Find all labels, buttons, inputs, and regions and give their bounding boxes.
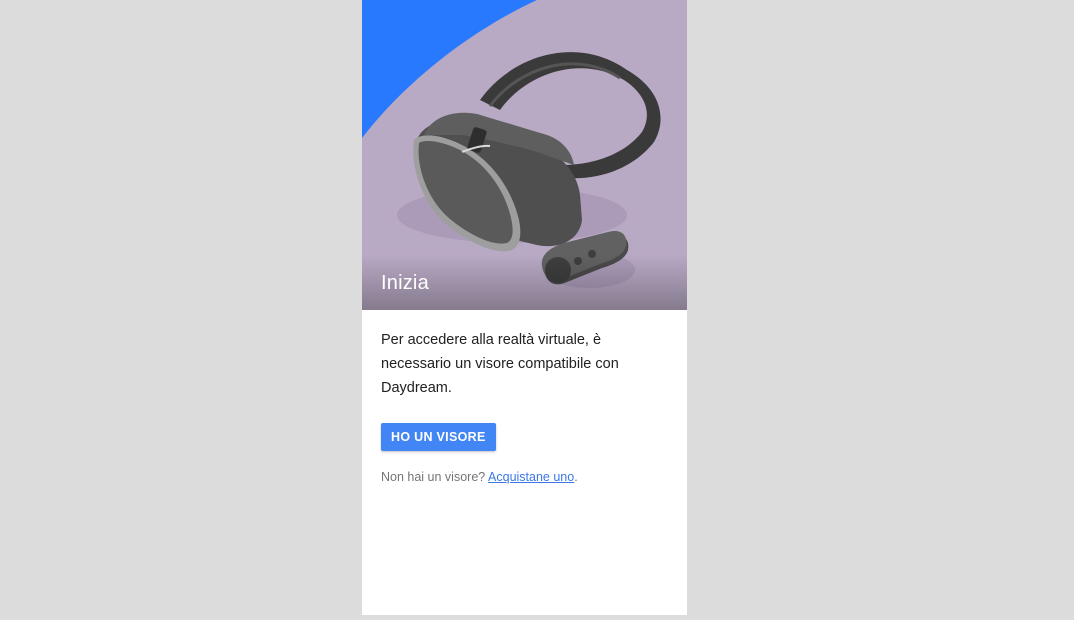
hero-banner: Inizia <box>362 0 687 310</box>
no-headset-line: Non hai un visore? Acquistane uno. <box>381 470 668 484</box>
have-headset-button[interactable]: HO UN VISORE <box>381 423 496 451</box>
onboarding-screen: Inizia Per accedere alla realtà virtuale… <box>362 0 687 615</box>
content-section: Per accedere alla realtà virtuale, è nec… <box>362 310 687 484</box>
buy-headset-link[interactable]: Acquistane uno <box>488 470 574 484</box>
no-headset-text: Non hai un visore? <box>381 470 486 484</box>
description-text: Per accedere alla realtà virtuale, è nec… <box>381 332 619 396</box>
hero-title: Inizia <box>381 272 429 294</box>
buy-link-suffix: . <box>574 470 578 484</box>
